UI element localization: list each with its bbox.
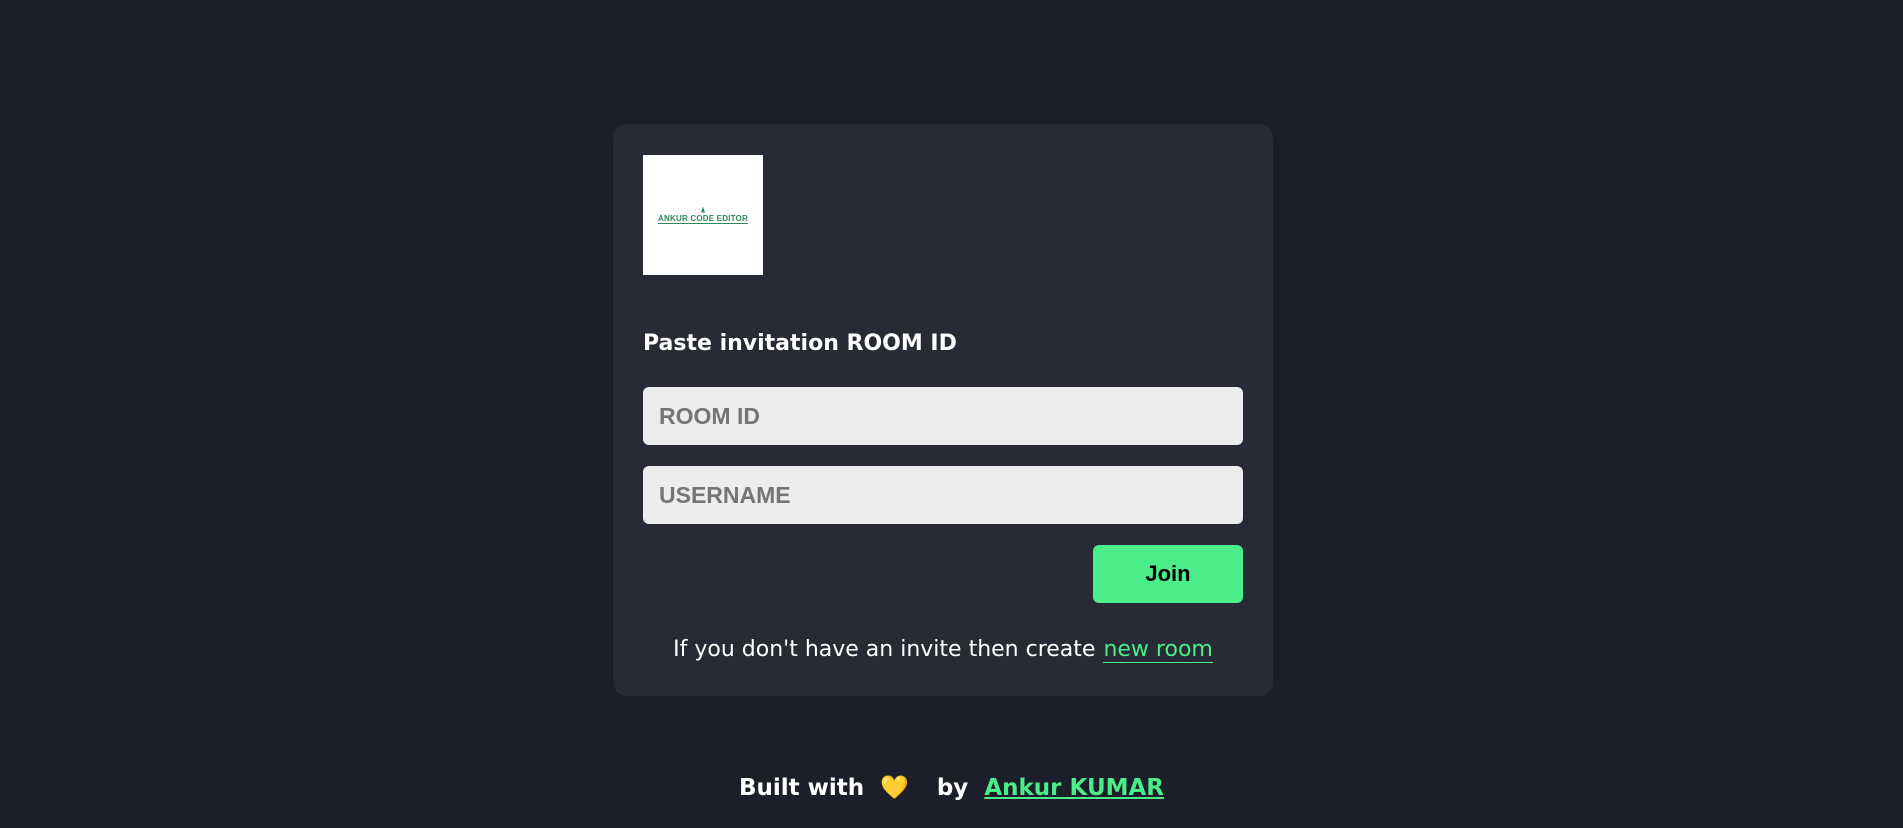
new-room-link[interactable]: new room [1103,637,1213,663]
join-button[interactable]: Join [1093,545,1243,603]
username-input[interactable] [643,466,1243,524]
invite-text: If you don't have an invite then create [673,637,1096,662]
app-logo: ANKUR CODE EDITOR [643,155,763,275]
form-title: Paste invitation ROOM ID [643,331,957,356]
invite-info: If you don't have an invite then create n… [643,637,1243,663]
footer: Built with 💛 by Ankur KUMAR [0,774,1903,801]
author-link[interactable]: Ankur KUMAR [984,775,1164,801]
heart-icon: 💛 [880,775,909,801]
by-text: by [936,775,969,801]
logo-mark-icon [701,206,705,213]
logo-text: ANKUR CODE EDITOR [658,213,748,224]
button-row: Join [643,545,1243,603]
built-with-text: Built with [738,775,865,801]
room-id-input[interactable] [643,387,1243,445]
home-page: ANKUR CODE EDITOR Paste invitation ROOM … [0,0,1903,828]
join-card: ANKUR CODE EDITOR Paste invitation ROOM … [613,124,1273,696]
